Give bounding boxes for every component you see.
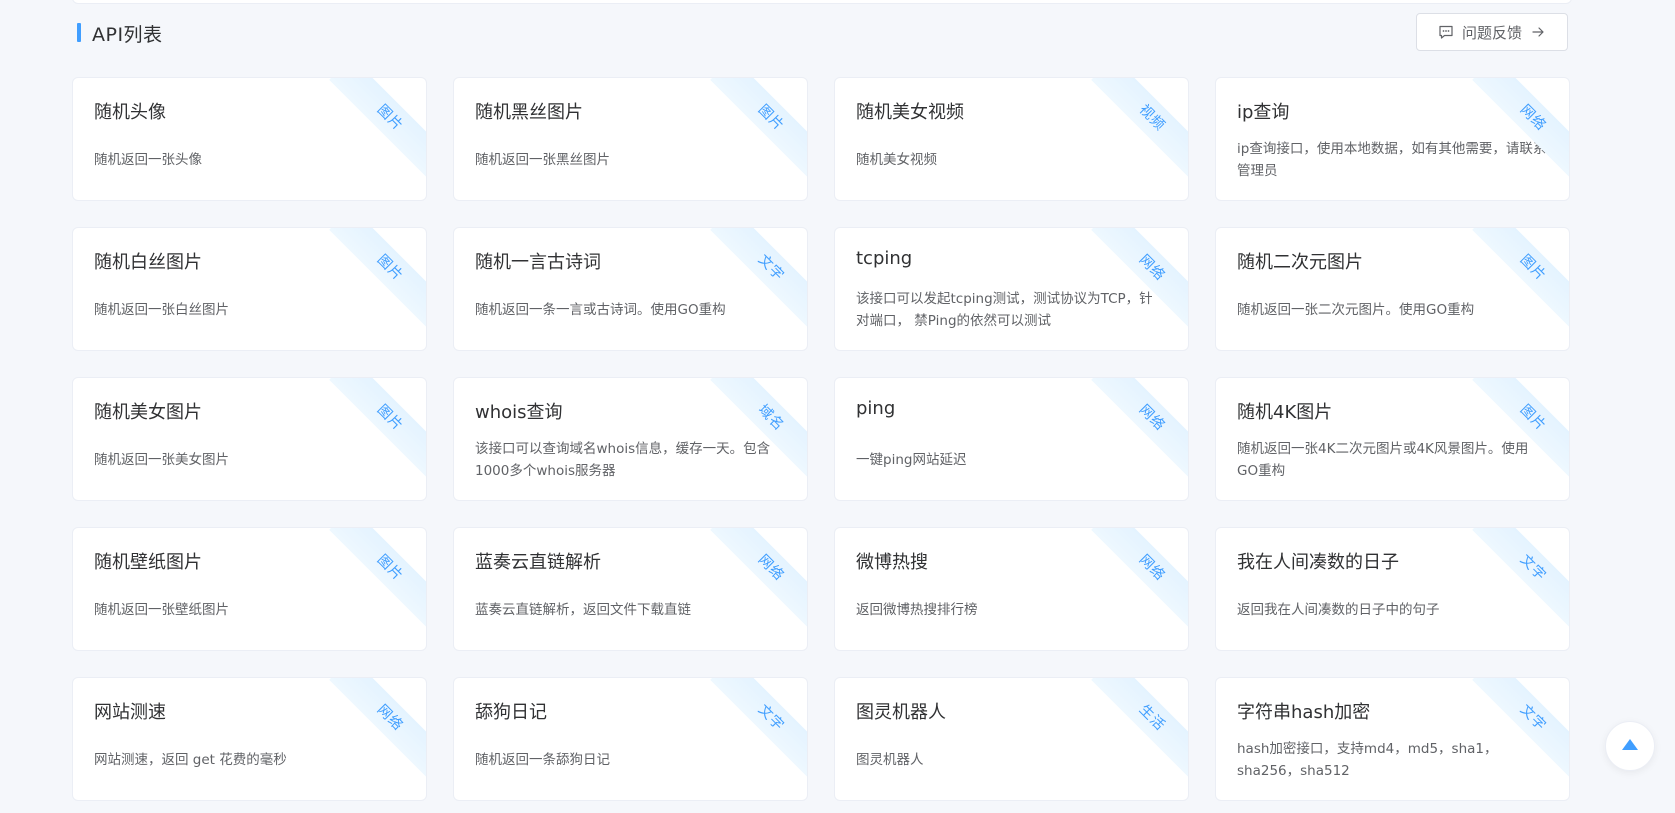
feedback-label: 问题反馈 bbox=[1461, 23, 1522, 42]
api-card-title: ping bbox=[856, 398, 896, 419]
api-card-title: tcping bbox=[856, 248, 913, 269]
api-card-description-text: 随机返回一条舔狗日记 bbox=[475, 752, 610, 768]
api-card-description: 随机返回一张黑丝图片 bbox=[475, 135, 785, 185]
api-card-description: 随机返回一张4K二次元图片或4K风景图片。使用GO重构 bbox=[1237, 435, 1547, 485]
api-card-title: 随机壁纸图片 bbox=[94, 552, 202, 573]
api-card[interactable]: 我在人间凑数的日子 返回我在人间凑数的日子中的句子 文字 bbox=[1215, 527, 1570, 651]
api-card-grid: 随机头像 随机返回一张头像 图片 随机黑丝图片 随机返回一张黑丝图片 图片 随机美女视频 随机… bbox=[72, 77, 1573, 801]
api-card[interactable]: 随机壁纸图片 随机返回一张壁纸图片 图片 bbox=[72, 527, 427, 651]
api-card-description: 蓝奏云直链解析，返回文件下载直链 bbox=[475, 585, 785, 635]
api-card-description: 图灵机器人 bbox=[856, 735, 1166, 785]
api-card-description: 随机返回一条舔狗日记 bbox=[475, 735, 785, 785]
api-card-description-text: hash加密接口，支持md4，md5，sha1，sha256，sha512 bbox=[1237, 741, 1498, 779]
api-card-description-text: 蓝奏云直链解析，返回文件下载直链 bbox=[475, 602, 691, 618]
api-card-title: 字符串hash加密 bbox=[1237, 702, 1371, 723]
api-card[interactable]: 随机一言古诗词 随机返回一条一言或古诗词。使用GO重构 文字 bbox=[453, 227, 808, 351]
api-card-description: 随机返回一张白丝图片 bbox=[94, 285, 404, 335]
api-card-description-text: 随机返回一张壁纸图片 bbox=[94, 602, 229, 618]
api-card-description: 返回微博热搜排行榜 bbox=[856, 585, 1166, 635]
api-card[interactable]: 随机白丝图片 随机返回一张白丝图片 图片 bbox=[72, 227, 427, 351]
api-card-description-text: ip查询接口，使用本地数据，如有其他需要，请联系管理员 bbox=[1237, 141, 1547, 179]
api-card[interactable]: whois查询该接口可以查询域名whois信息，缓存一天。包含1000多个who… bbox=[453, 377, 808, 501]
api-card-description: hash加密接口，支持md4，md5，sha1，sha256，sha512 bbox=[1237, 735, 1547, 785]
api-card[interactable]: ip查询 ip查询接口，使用本地数据，如有其他需要，请联系管理员 网络 bbox=[1215, 77, 1570, 201]
api-card-description-text: 随机返回一张美女图片 bbox=[94, 452, 229, 468]
chat-icon bbox=[1438, 24, 1454, 40]
api-card-title: 随机黑丝图片 bbox=[475, 102, 583, 123]
api-card-title: 网站测速 bbox=[94, 702, 166, 723]
api-card-description: 随机美女视频 bbox=[856, 135, 1166, 185]
api-card[interactable]: 图灵机器人 图灵机器人 生活 bbox=[834, 677, 1189, 801]
api-card-description-text: 随机返回一条一言或古诗词。使用GO重构 bbox=[475, 302, 726, 318]
api-card-description: 随机返回一张头像 bbox=[94, 135, 404, 185]
api-card-description: 随机返回一张壁纸图片 bbox=[94, 585, 404, 635]
api-card[interactable]: 随机黑丝图片 随机返回一张黑丝图片 图片 bbox=[453, 77, 808, 201]
feedback-button[interactable]: 问题反馈 bbox=[1416, 13, 1568, 51]
api-card-title: whois查询 bbox=[475, 402, 563, 423]
api-card-title: 我在人间凑数的日子 bbox=[1237, 552, 1399, 573]
api-card-description-text: 一键ping网站延迟 bbox=[856, 452, 967, 468]
api-card-title: 随机一言古诗词 bbox=[475, 252, 601, 273]
api-card-title: 舔狗日记 bbox=[475, 702, 547, 723]
api-card[interactable]: 随机二次元图片 随机返回一张二次元图片。使用GO重构 图片 bbox=[1215, 227, 1570, 351]
api-card-description-text: 随机返回一张二次元图片。使用GO重构 bbox=[1237, 302, 1475, 318]
api-list-header: API列表 问题反馈 bbox=[72, 13, 1568, 51]
api-card-description-text: 该接口可以查询域名whois信息，缓存一天。包含1000多个whois服务器 bbox=[475, 441, 771, 479]
api-card[interactable]: 随机4K图片 随机返回一张4K二次元图片或4K风景图片。使用GO重构 图片 bbox=[1215, 377, 1570, 501]
api-card-description: 网站测速，返回 get 花费的毫秒 bbox=[94, 735, 404, 785]
api-card-description: ip查询接口，使用本地数据，如有其他需要，请联系管理员 bbox=[1237, 135, 1547, 185]
api-card-title: 随机白丝图片 bbox=[94, 252, 202, 273]
api-card-description-text: 随机返回一张4K二次元图片或4K风景图片。使用GO重构 bbox=[1237, 441, 1529, 479]
arrow-right-icon bbox=[1530, 24, 1546, 40]
api-card[interactable]: 随机美女视频 随机美女视频 视频 bbox=[834, 77, 1189, 201]
api-card[interactable]: 网站测速 网站测速，返回 get 花费的毫秒 网络 bbox=[72, 677, 427, 801]
api-card-title: 随机二次元图片 bbox=[1237, 252, 1363, 273]
api-card[interactable]: 字符串hash加密 hash加密接口，支持md4，md5，sha1，sha256，… bbox=[1215, 677, 1570, 801]
api-card-title: 微博热搜 bbox=[856, 552, 928, 573]
api-card-description-text: 随机返回一张黑丝图片 bbox=[475, 152, 610, 168]
page-title: API列表 bbox=[92, 24, 163, 46]
caret-up-icon bbox=[1621, 737, 1639, 756]
back-to-top-button[interactable] bbox=[1605, 721, 1655, 771]
api-card-title: ip查询 bbox=[1237, 102, 1290, 123]
api-card-title: 随机头像 bbox=[94, 102, 166, 123]
api-card-description: 一键ping网站延迟 bbox=[856, 435, 1166, 485]
api-card-description-text: 随机美女视频 bbox=[856, 152, 937, 168]
api-card[interactable]: ping 一键ping网站延迟 网络 bbox=[834, 377, 1189, 501]
api-card-description: 随机返回一条一言或古诗词。使用GO重构 bbox=[475, 285, 785, 335]
api-card-description: 该接口可以查询域名whois信息，缓存一天。包含1000多个whois服务器 bbox=[475, 435, 785, 485]
title-accent-bar bbox=[77, 23, 81, 42]
api-card-title: 随机美女图片 bbox=[94, 402, 202, 423]
api-card-title: 随机4K图片 bbox=[1237, 402, 1333, 423]
api-card-title: 随机美女视频 bbox=[856, 102, 964, 123]
api-card[interactable]: tcping 该接口可以发起tcping测试，测试协议为TCP，针对端口， 禁Pi… bbox=[834, 227, 1189, 351]
api-card-title: 蓝奏云直链解析 bbox=[475, 552, 601, 573]
api-card[interactable]: 蓝奏云直链解析 蓝奏云直链解析，返回文件下载直链 网络 bbox=[453, 527, 808, 651]
api-card-description-text: 随机返回一张头像 bbox=[94, 152, 202, 168]
api-card-description-text: 返回微博热搜排行榜 bbox=[856, 602, 978, 618]
previous-section-edge bbox=[72, 0, 1572, 4]
api-card-description: 返回我在人间凑数的日子中的句子 bbox=[1237, 585, 1547, 635]
api-card-title: 图灵机器人 bbox=[856, 702, 946, 723]
api-card-description: 随机返回一张美女图片 bbox=[94, 435, 404, 485]
api-card-description: 该接口可以发起tcping测试，测试协议为TCP，针对端口， 禁Ping的依然可… bbox=[856, 285, 1166, 335]
api-card-description-text: 图灵机器人 bbox=[856, 752, 924, 768]
api-card-description-text: 该接口可以发起tcping测试，测试协议为TCP，针对端口， 禁Ping的依然可… bbox=[856, 291, 1153, 329]
api-card-description-text: 网站测速，返回 get 花费的毫秒 bbox=[94, 752, 287, 768]
api-card-description-text: 随机返回一张白丝图片 bbox=[94, 302, 229, 318]
api-card[interactable]: 随机头像 随机返回一张头像 图片 bbox=[72, 77, 427, 201]
api-card-description: 随机返回一张二次元图片。使用GO重构 bbox=[1237, 285, 1547, 335]
api-card-description-text: 返回我在人间凑数的日子中的句子 bbox=[1237, 602, 1440, 618]
api-card[interactable]: 随机美女图片 随机返回一张美女图片 图片 bbox=[72, 377, 427, 501]
api-card[interactable]: 微博热搜 返回微博热搜排行榜 网络 bbox=[834, 527, 1189, 651]
api-card[interactable]: 舔狗日记 随机返回一条舔狗日记 文字 bbox=[453, 677, 808, 801]
